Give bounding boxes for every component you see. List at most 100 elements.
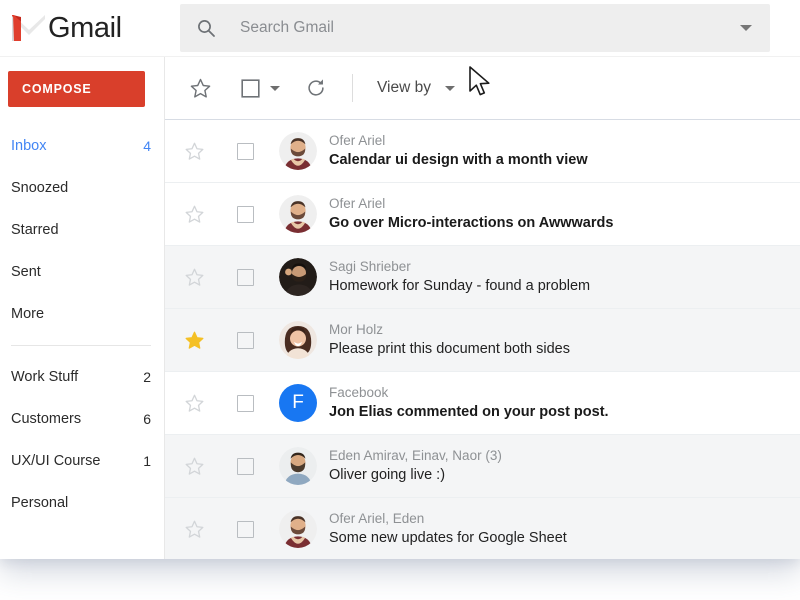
avatar	[279, 195, 317, 233]
search-options-chevron-down-icon[interactable]	[740, 25, 752, 31]
star-outline-icon	[189, 77, 212, 100]
email-row[interactable]: Ofer ArielGo over Micro-interactions on …	[165, 183, 800, 246]
toolbar-select-all-chevron-down-icon[interactable]	[270, 86, 280, 91]
gmail-logo-text: Gmail	[48, 12, 122, 45]
row-checkbox[interactable]	[223, 332, 267, 349]
gmail-window: Gmail	[0, 0, 800, 559]
row-checkbox[interactable]	[223, 395, 267, 412]
view-by-chevron-down-icon[interactable]	[445, 86, 455, 91]
checkbox-icon	[241, 79, 260, 98]
gmail-logo: Gmail	[12, 8, 122, 48]
email-row[interactable]: Sagi ShrieberHomework for Sunday - found…	[165, 246, 800, 309]
sidebar-label-count: 1	[143, 453, 151, 469]
row-sender: Ofer Ariel	[329, 195, 786, 212]
row-text: Ofer Ariel, EdenSome new updates for Goo…	[329, 510, 800, 548]
row-avatar: F	[267, 384, 329, 422]
email-row[interactable]: F FacebookJon Elias commented on your pos…	[165, 372, 800, 435]
row-avatar	[267, 132, 329, 170]
sidebar: COMPOSE Inbox 4 Snoozed Starred Sent	[0, 57, 165, 559]
row-star-button[interactable]	[165, 456, 223, 477]
row-sender: Ofer Ariel	[329, 132, 786, 149]
sidebar-item-count: 4	[143, 138, 151, 154]
checkbox-icon	[237, 521, 254, 538]
avatar	[279, 321, 317, 359]
row-checkbox[interactable]	[223, 458, 267, 475]
row-star-button[interactable]	[165, 267, 223, 288]
row-checkbox[interactable]	[223, 521, 267, 538]
checkbox-icon	[237, 458, 254, 475]
toolbar-refresh-button[interactable]	[304, 57, 328, 119]
star-outline-icon	[184, 456, 205, 477]
sidebar-item-inbox[interactable]: Inbox 4	[0, 125, 165, 167]
sidebar-item-snoozed[interactable]: Snoozed	[0, 167, 165, 209]
sidebar-labels: Work Stuff 2 Customers 6 UX/UI Course 1 …	[0, 356, 165, 524]
sidebar-item-sent[interactable]: Sent	[0, 251, 165, 293]
list-toolbar: View by	[165, 57, 800, 119]
sidebar-item-label: Starred	[11, 222, 59, 238]
refresh-icon	[305, 77, 327, 99]
star-outline-icon	[184, 204, 205, 225]
sidebar-label-count: 6	[143, 411, 151, 427]
avatar	[279, 258, 317, 296]
email-row[interactable]: Ofer Ariel, EdenSome new updates for Goo…	[165, 498, 800, 559]
sidebar-item-label: Sent	[11, 264, 41, 280]
sidebar-item-personal[interactable]: Personal	[0, 482, 165, 524]
row-text: Ofer ArielCalendar ui design with a mont…	[329, 132, 800, 170]
app-header: Gmail	[0, 0, 800, 57]
row-avatar	[267, 321, 329, 359]
row-checkbox[interactable]	[223, 269, 267, 286]
sidebar-label-count: 2	[143, 369, 151, 385]
row-avatar	[267, 510, 329, 548]
email-list[interactable]: Ofer ArielCalendar ui design with a mont…	[165, 119, 800, 559]
row-avatar	[267, 447, 329, 485]
sidebar-label-name: Personal	[11, 495, 68, 511]
star-filled-icon	[184, 330, 205, 351]
gmail-envelope-icon	[12, 15, 46, 41]
row-star-button[interactable]	[165, 330, 223, 351]
sidebar-item-label: Inbox	[11, 138, 46, 154]
sidebar-item-work-stuff[interactable]: Work Stuff 2	[0, 356, 165, 398]
sidebar-label-name: Work Stuff	[11, 369, 78, 385]
row-star-button[interactable]	[165, 393, 223, 414]
row-text: Eden Amirav, Einav, Naor (3)Oliver going…	[329, 447, 800, 485]
row-sender: Eden Amirav, Einav, Naor (3)	[329, 447, 786, 464]
row-sender: Mor Holz	[329, 321, 786, 338]
row-avatar	[267, 258, 329, 296]
row-star-button[interactable]	[165, 519, 223, 540]
sidebar-item-customers[interactable]: Customers 6	[0, 398, 165, 440]
sidebar-label-name: UX/UI Course	[11, 453, 100, 469]
star-outline-icon	[184, 519, 205, 540]
row-checkbox[interactable]	[223, 206, 267, 223]
toolbar-star-button[interactable]	[185, 57, 215, 119]
search-input[interactable]	[240, 19, 740, 37]
view-by-button[interactable]: View by	[377, 79, 431, 97]
checkbox-icon	[237, 143, 254, 160]
checkbox-icon	[237, 269, 254, 286]
sidebar-item-starred[interactable]: Starred	[0, 209, 165, 251]
sidebar-item-more[interactable]: More	[0, 293, 165, 335]
row-text: FacebookJon Elias commented on your post…	[329, 384, 800, 422]
sidebar-label-name: Customers	[11, 411, 81, 427]
email-row[interactable]: Eden Amirav, Einav, Naor (3)Oliver going…	[165, 435, 800, 498]
screen: Gmail	[0, 0, 800, 600]
row-star-button[interactable]	[165, 141, 223, 162]
sidebar-item-ux-ui-course[interactable]: UX/UI Course 1	[0, 440, 165, 482]
compose-button[interactable]: COMPOSE	[8, 71, 145, 107]
toolbar-select-all-checkbox[interactable]	[239, 57, 261, 119]
avatar	[279, 132, 317, 170]
row-subject: Some new updates for Google Sheet	[329, 528, 786, 548]
sidebar-item-label: More	[11, 306, 44, 322]
email-row[interactable]: Mor HolzPlease print this document both …	[165, 309, 800, 372]
row-checkbox[interactable]	[223, 143, 267, 160]
row-sender: Facebook	[329, 384, 786, 401]
sidebar-nav: Inbox 4 Snoozed Starred Sent More	[0, 125, 165, 524]
row-star-button[interactable]	[165, 204, 223, 225]
avatar: F	[279, 384, 317, 422]
email-row[interactable]: Ofer ArielCalendar ui design with a mont…	[165, 120, 800, 183]
avatar	[279, 510, 317, 548]
row-text: Ofer ArielGo over Micro-interactions on …	[329, 195, 800, 233]
row-text: Sagi ShrieberHomework for Sunday - found…	[329, 258, 800, 296]
search-bar[interactable]	[180, 4, 770, 52]
search-icon	[196, 18, 216, 38]
avatar	[279, 447, 317, 485]
